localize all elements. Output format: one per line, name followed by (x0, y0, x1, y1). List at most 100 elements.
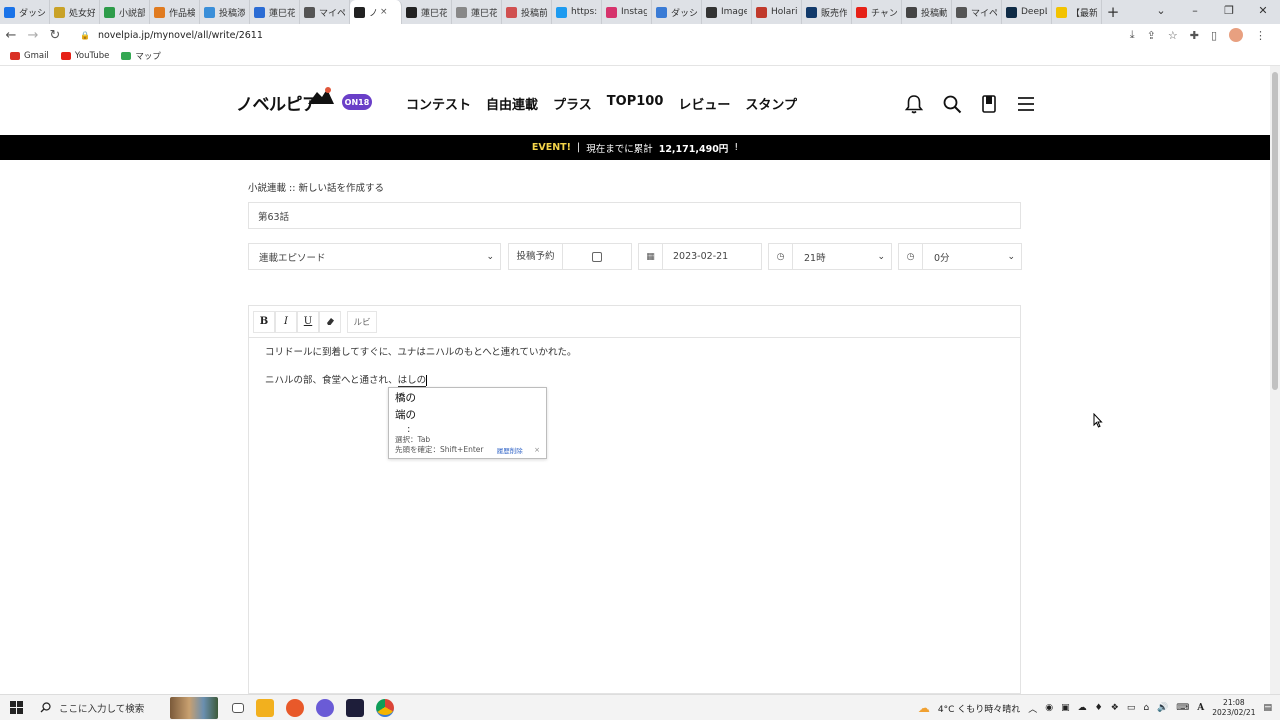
on18-badge[interactable]: ON18 (342, 94, 372, 110)
nav-item[interactable]: プラス (553, 94, 592, 113)
restore-button[interactable]: ❐ (1212, 0, 1246, 24)
tray-keyboard-icon[interactable]: ⌨ (1176, 703, 1189, 713)
windows-start-button[interactable] (0, 695, 32, 721)
browser-tab[interactable]: ダッシュ (0, 0, 50, 24)
editor-body[interactable]: コリドールに到着してすぐに、ユナはニハルのもとへと連れていかれた。 ニハルの部、… (248, 337, 1021, 694)
browser-tab[interactable]: マイペ (952, 0, 1002, 24)
tray-chevron-up-icon[interactable]: ︿ (1028, 702, 1037, 715)
page-scrollbar[interactable] (1270, 66, 1280, 694)
notification-icon[interactable]: ▤ (1263, 703, 1272, 713)
hour-select[interactable]: ◷ 21時 ⌄ (768, 243, 892, 270)
sidepanel-icon[interactable]: ▯ (1211, 29, 1217, 42)
taskbar-clock[interactable]: 21:08 2023/02/21 (1212, 698, 1255, 718)
browser-tab[interactable]: 作品検 (150, 0, 200, 24)
nav-item[interactable]: TOP100 (607, 94, 664, 113)
browser-tab[interactable]: マイペ (300, 0, 350, 24)
browser-tab[interactable]: 蓮巳花 (402, 0, 452, 24)
back-icon[interactable]: ← (0, 28, 22, 43)
browser-tab[interactable]: Image (702, 0, 752, 24)
bookmark-item[interactable]: Gmail (10, 51, 49, 61)
scrollbar-thumb[interactable] (1272, 72, 1278, 390)
url-field[interactable]: 🔒 novelpia.jp/mynovel/all/write/2611 (80, 30, 263, 41)
task-view-icon[interactable] (232, 702, 244, 713)
browser-tab[interactable]: 小説部 (100, 0, 150, 24)
browser-tab[interactable]: 蓮巳花 (250, 0, 300, 24)
reload-icon[interactable]: ↻ (44, 28, 66, 43)
file-explorer-icon[interactable] (256, 698, 274, 717)
new-tab-button[interactable]: + (1102, 0, 1124, 24)
italic-button[interactable]: I (275, 310, 297, 333)
minute-select[interactable]: ◷ 0分 ⌄ (898, 243, 1022, 270)
episode-title-input[interactable]: 第63話 (248, 202, 1021, 229)
browser-tab[interactable]: チャンネ (852, 0, 902, 24)
nav-item[interactable]: 自由連載 (486, 94, 538, 113)
tray-cloud-icon[interactable]: ☁ (1078, 703, 1087, 713)
bookmark-star-icon[interactable]: ☆ (1168, 29, 1178, 42)
menu-kebab-icon[interactable]: ⋮ (1255, 29, 1266, 42)
bookmark-item[interactable]: YouTube (60, 50, 110, 61)
browser-tab[interactable]: Instag (602, 0, 652, 24)
chrome-icon[interactable] (376, 698, 394, 717)
ruby-button[interactable]: ルビ (347, 310, 377, 333)
browser-tab[interactable]: 蓮巳花 (452, 0, 502, 24)
minimize-button[interactable]: – (1178, 0, 1212, 24)
tray-camera-icon[interactable]: ▣ (1061, 703, 1070, 713)
browser-tab[interactable]: 販売作 (802, 0, 852, 24)
taskbar-search-box[interactable]: ここに入力して検索 (32, 695, 172, 721)
hamburger-menu-icon[interactable] (1016, 94, 1036, 114)
clear-format-button[interactable] (319, 310, 341, 333)
ime-delete-history-link[interactable]: 履歴削除 (497, 445, 523, 455)
install-icon[interactable]: ⤓ (1130, 28, 1135, 42)
browser-tab[interactable]: DeepL (1002, 0, 1052, 24)
bookmark-item[interactable]: マップ (121, 50, 161, 62)
ime-candidate-1[interactable]: 橋の (395, 390, 540, 407)
bookmark-label: YouTube (74, 50, 110, 61)
tray-network-icon[interactable]: ⌂ (1143, 703, 1149, 713)
browser-tab[interactable]: 投稿前 (502, 0, 552, 24)
browser-tab[interactable]: ダッシュ (652, 0, 702, 24)
tab-close-icon[interactable]: × (380, 7, 388, 17)
ime-mode-icon[interactable]: A (1197, 703, 1204, 713)
nav-item[interactable]: レビュー (678, 94, 730, 113)
browser-tab[interactable]: 処女好 (50, 0, 100, 24)
tab-search-icon[interactable]: ⌄ (1144, 0, 1178, 24)
ime-close-icon[interactable]: × (534, 446, 540, 454)
forward-icon[interactable]: → (22, 28, 44, 43)
tray-volume-icon[interactable]: 🔊 (1157, 703, 1168, 713)
close-window-button[interactable]: ✕ (1246, 0, 1280, 24)
search-highlight-image[interactable] (170, 696, 218, 719)
search-icon[interactable] (942, 94, 962, 114)
ime-candidate-2[interactable]: 端の (395, 407, 540, 424)
tab-title: DeepL (1021, 7, 1047, 17)
date-group[interactable]: ▦ 2023-02-21 (638, 243, 762, 270)
firefox-icon[interactable] (286, 698, 304, 717)
tray-record-icon[interactable]: ◉ (1045, 703, 1053, 713)
browser-tab[interactable]: 【最新 (1052, 0, 1102, 24)
bell-icon[interactable] (904, 94, 924, 114)
extensions-icon[interactable]: ✚ (1190, 29, 1199, 42)
editor-toolbar: B I U ルビ (248, 305, 1021, 337)
browser-tab[interactable]: 投稿添 (200, 0, 250, 24)
book-icon[interactable] (980, 94, 998, 114)
chat-app-icon[interactable] (316, 698, 334, 717)
bold-button[interactable]: B (253, 310, 275, 333)
schedule-checkbox[interactable] (592, 251, 602, 262)
tab-favicon-icon (706, 6, 717, 18)
episode-type-select[interactable]: 連載エピソード ⌄ (248, 243, 501, 270)
tray-mic-icon[interactable]: ♦ (1095, 703, 1103, 713)
nav-item[interactable]: コンテスト (406, 94, 471, 113)
site-logo[interactable]: ノベルピア (236, 90, 319, 115)
browser-tab[interactable]: Holari (752, 0, 802, 24)
terminal-app-icon[interactable] (346, 698, 364, 717)
weather-text[interactable]: 4°C くもり時々晴れ (938, 702, 1020, 715)
tray-display-icon[interactable]: ▭ (1127, 703, 1136, 713)
share-icon[interactable]: ⇪ (1147, 29, 1156, 42)
nav-item[interactable]: スタンプ (745, 94, 797, 113)
browser-tab[interactable]: 投稿動 (902, 0, 952, 24)
browser-tab[interactable]: ノ × (350, 0, 402, 24)
profile-avatar[interactable] (1229, 28, 1243, 42)
browser-tab[interactable]: https: (552, 0, 602, 24)
tray-dropbox-icon[interactable]: ❖ (1111, 703, 1119, 713)
event-banner[interactable]: EVENT! | 現在までに累計 12,171,490円! (0, 135, 1270, 160)
underline-button[interactable]: U (297, 310, 319, 333)
